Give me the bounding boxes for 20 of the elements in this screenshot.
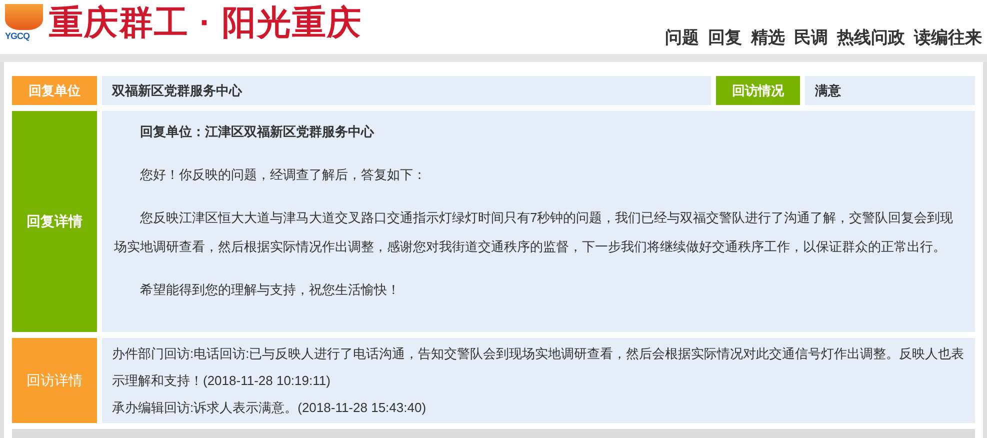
nav-link[interactable]: 热线问政 bbox=[837, 29, 905, 46]
reply-paragraph: 希望能得到您的理解与支持，祝您生活愉快！ bbox=[139, 281, 401, 299]
field-value: 满意 bbox=[805, 76, 975, 105]
field-value: 双福新区党群服务中心 bbox=[102, 76, 711, 105]
site-title: 重庆群工 · 阳光重庆 bbox=[49, 6, 362, 40]
visit-note: 办件部门回访:电话回访:已与反映人进行了电话沟通，告知交警队会到现场实地调研查看，然后会根据实际情况对此交通信号灯作出调整。反映人也表示理解和支持！(2018-11-28 10:19:11) bbox=[112, 345, 965, 390]
nav-link[interactable]: 精选 bbox=[751, 29, 785, 46]
field-label: 回访情况 bbox=[716, 76, 800, 105]
visit-note: 承办编辑回访:诉求人表示满意。(2018-11-28 15:43:40) bbox=[112, 399, 428, 417]
section-label: 回复详情 bbox=[12, 111, 97, 332]
reply-paragraph: 您反映江津区恒大大道与津马大道交叉路口交通指示灯绿灯时间只有7秒钟的问题，我们已经与双福交警队进行了沟通了解，交警队回复会到现场实地调研查看，然后根据实际情况作出调整，感谢您对我街道交通秩序的监督，下一步我们将继续做好交通秩序工作，以保证群众的正常出行。 bbox=[114, 209, 954, 256]
field-label: 回复单位 bbox=[12, 76, 97, 105]
reply-paragraph: 您好！你反映的问题，经调查了解后，答复如下： bbox=[139, 166, 427, 184]
nav-link[interactable]: 问题 bbox=[665, 29, 699, 46]
nav-link[interactable]: 读编往来 bbox=[914, 29, 982, 46]
nav-link[interactable]: 民调 bbox=[794, 29, 828, 46]
nav-link[interactable]: 回复 bbox=[708, 29, 742, 46]
reply-paragraph: 回复单位：江津区双福新区党群服务中心 bbox=[139, 123, 376, 141]
section-label: 回访详情 bbox=[12, 338, 97, 423]
logo-mark: YGCQ bbox=[5, 30, 31, 42]
